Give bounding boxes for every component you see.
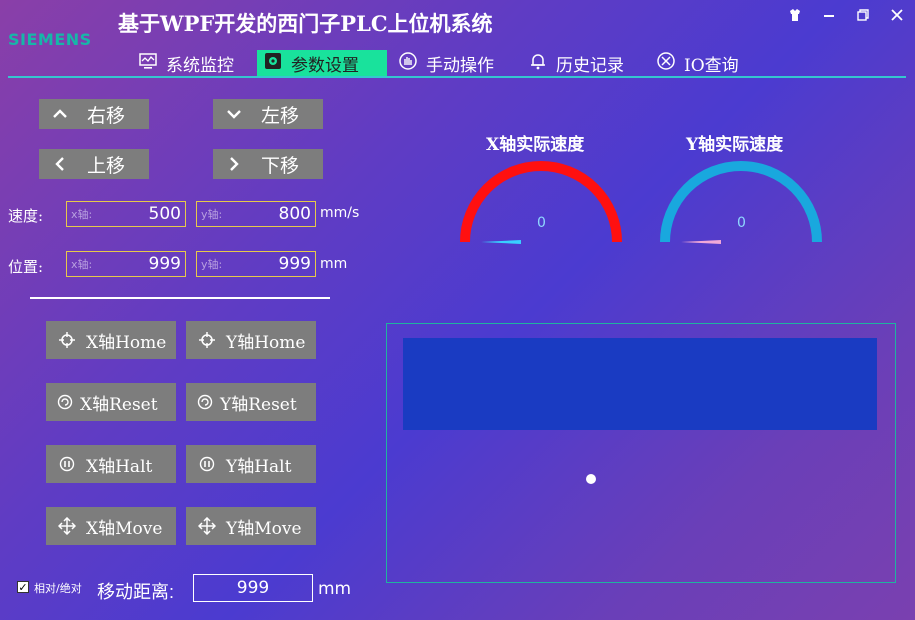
- x-gauge-needle: [481, 240, 521, 244]
- distance-label: 移动距离:: [97, 582, 175, 602]
- siemens-logo: SIEMENS: [8, 30, 92, 49]
- minimize-icon[interactable]: [818, 4, 840, 26]
- io-icon: [656, 51, 676, 76]
- y-halt-button[interactable]: Y轴Halt: [186, 445, 316, 483]
- tab-history[interactable]: 历史记录: [522, 50, 642, 76]
- mode-label: 相对/绝对: [34, 582, 82, 595]
- x-halt-button[interactable]: X轴Halt: [46, 445, 176, 483]
- close-icon[interactable]: [886, 4, 908, 26]
- position-x-value: 999: [148, 254, 181, 274]
- skin-icon[interactable]: [784, 4, 806, 26]
- x-move-label: X轴Move: [86, 518, 163, 539]
- speed-y-value: 800: [278, 204, 311, 224]
- position-x-placeholder: x轴:: [71, 258, 93, 271]
- move-up-button[interactable]: 上移: [39, 149, 149, 179]
- pause-icon: [196, 453, 218, 475]
- position-y-placeholder: y轴:: [201, 258, 223, 271]
- tab-system-monitor[interactable]: 系统监控: [132, 50, 250, 76]
- speed-x-placeholder: x轴:: [71, 208, 93, 221]
- speed-y-field[interactable]: y轴: 800: [196, 201, 316, 227]
- chevron-left-icon: [49, 153, 71, 175]
- header-divider: [8, 76, 906, 78]
- maximize-icon[interactable]: [852, 4, 874, 26]
- speed-x-value: 500: [148, 204, 181, 224]
- move-down-label: 下移: [261, 154, 300, 177]
- speed-unit: mm/s: [320, 205, 360, 221]
- y-gauge-value: 0: [737, 215, 746, 231]
- monitor-icon: [138, 51, 158, 76]
- y-move-label: Y轴Move: [226, 518, 302, 539]
- move-left-label: 左移: [261, 104, 300, 127]
- y-halt-label: Y轴Halt: [226, 456, 292, 477]
- pause-icon: [56, 453, 78, 475]
- relative-absolute-checkbox[interactable]: ✓: [17, 581, 29, 593]
- bell-icon: [528, 51, 548, 76]
- move-right-button[interactable]: 右移: [39, 99, 149, 129]
- y-gauge-title: Y轴实际速度: [686, 135, 784, 155]
- distance-field[interactable]: 999: [193, 574, 313, 602]
- speed-label: 速度:: [8, 207, 44, 225]
- chevron-down-icon: [223, 103, 245, 125]
- app-title: 基于WPF开发的西门子PLC上位机系统: [118, 11, 493, 36]
- position-marker: [586, 474, 596, 484]
- move-icon: [196, 515, 218, 537]
- move-icon: [56, 515, 78, 537]
- position-y-value: 999: [278, 254, 311, 274]
- distance-unit: mm: [318, 579, 352, 599]
- reset-icon: [194, 391, 216, 413]
- y-move-button[interactable]: Y轴Move: [186, 507, 316, 545]
- distance-value: 999: [236, 578, 270, 598]
- speed-y-placeholder: y轴:: [201, 208, 223, 221]
- move-right-label: 右移: [87, 104, 126, 127]
- chevron-up-icon: [49, 103, 71, 125]
- tab-label: 系统监控: [166, 55, 234, 76]
- track-area: [403, 338, 877, 430]
- section-divider: [30, 297, 330, 299]
- y-home-label: Y轴Home: [226, 332, 306, 353]
- y-reset-button[interactable]: Y轴Reset: [186, 383, 316, 421]
- move-up-label: 上移: [87, 154, 126, 177]
- y-gauge-needle: [681, 240, 721, 244]
- chevron-right-icon: [223, 153, 245, 175]
- speed-x-field[interactable]: x轴: 500: [66, 201, 186, 227]
- y-speed-gauge: [660, 161, 822, 244]
- x-halt-label: X轴Halt: [86, 456, 153, 477]
- x-home-label: X轴Home: [86, 332, 167, 353]
- x-move-button[interactable]: X轴Move: [46, 507, 176, 545]
- move-down-button[interactable]: 下移: [213, 149, 323, 179]
- position-y-field[interactable]: y轴: 999: [196, 251, 316, 277]
- reset-icon: [54, 391, 76, 413]
- x-reset-button[interactable]: X轴Reset: [46, 383, 176, 421]
- x-speed-gauge: [460, 161, 622, 244]
- crosshair-icon: [196, 329, 218, 351]
- gear-settings-icon: [263, 51, 283, 76]
- x-home-button[interactable]: X轴Home: [46, 321, 176, 359]
- x-reset-label: X轴Reset: [80, 394, 158, 415]
- tab-io-query[interactable]: IO查询: [650, 50, 754, 76]
- x-gauge-value: 0: [537, 215, 546, 231]
- position-unit: mm: [320, 256, 348, 272]
- x-gauge-title: X轴实际速度: [486, 135, 585, 155]
- move-left-button[interactable]: 左移: [213, 99, 323, 129]
- tab-parameter-settings[interactable]: 参数设置: [257, 50, 387, 76]
- y-home-button[interactable]: Y轴Home: [186, 321, 316, 359]
- hand-icon: [398, 51, 418, 76]
- tab-label: 历史记录: [556, 55, 624, 76]
- tab-label: 手动操作: [426, 55, 494, 76]
- tab-label: IO查询: [684, 55, 739, 76]
- tab-manual-operation[interactable]: 手动操作: [392, 50, 512, 76]
- position-label: 位置:: [8, 258, 44, 276]
- position-x-field[interactable]: x轴: 999: [66, 251, 186, 277]
- crosshair-icon: [56, 329, 78, 351]
- y-reset-label: Y轴Reset: [220, 394, 297, 415]
- tab-label: 参数设置: [291, 55, 359, 76]
